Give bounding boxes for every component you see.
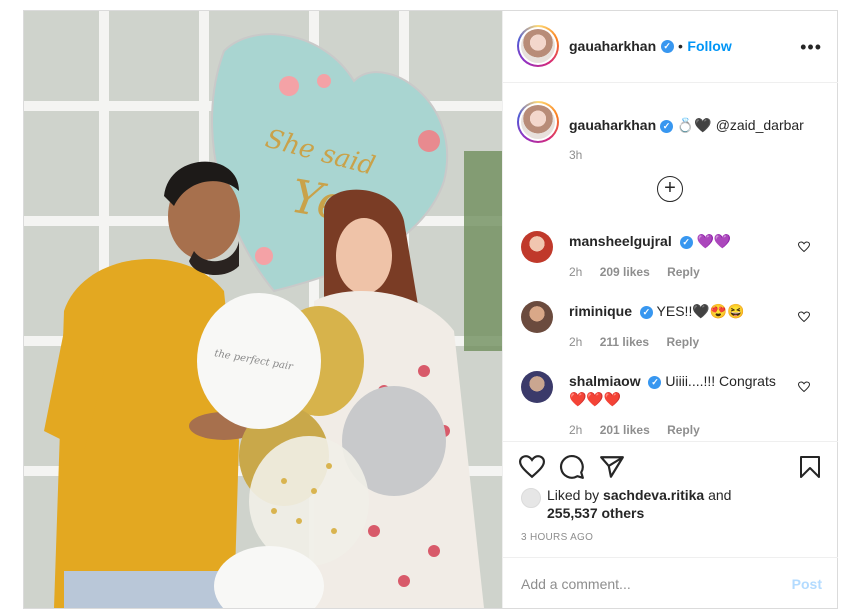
- caption-time: 3h: [569, 148, 583, 162]
- commenter-username[interactable]: riminique: [569, 303, 632, 319]
- like-comment-icon[interactable]: [798, 241, 810, 253]
- share-icon[interactable]: [599, 454, 625, 480]
- author-username[interactable]: gauaharkhan: [569, 38, 656, 54]
- caption-avatar[interactable]: [517, 101, 559, 143]
- comment-text: 💜💜: [696, 233, 732, 249]
- add-comment-bar: Post: [503, 557, 838, 609]
- photo-illustration: She said Yes: [24, 11, 502, 608]
- verified-icon: ✓: [639, 305, 653, 319]
- comment-text: YES!!🖤😍😆: [656, 303, 745, 319]
- comment-text-line2: ❤️❤️❤️: [569, 391, 622, 407]
- bookmark-icon[interactable]: [798, 454, 822, 480]
- like-comment-icon[interactable]: [798, 381, 810, 393]
- likes-count[interactable]: 255,537 others: [547, 505, 644, 521]
- author-avatar[interactable]: [517, 25, 559, 67]
- comment-likes[interactable]: 211 likes: [600, 335, 649, 349]
- post-dialog: She said Yes: [23, 10, 838, 609]
- comment-time: 2h: [569, 265, 583, 279]
- comment-likes[interactable]: 201 likes: [600, 423, 650, 437]
- commenter-username[interactable]: mansheelgujral: [569, 233, 672, 249]
- more-icon[interactable]: •••: [800, 37, 822, 58]
- separator-dot: •: [678, 38, 683, 54]
- likes-conj: and: [708, 487, 732, 503]
- verified-icon: ✓: [679, 235, 693, 249]
- comment-item: shalmiaow ✓ Uiiii....!!! Congrats ❤️❤️❤️…: [503, 371, 838, 451]
- commenter-avatar[interactable]: [521, 371, 553, 403]
- liked-by-user[interactable]: sachdeva.ritika: [603, 487, 704, 503]
- post-header: gauaharkhan ✓ • Follow •••: [503, 11, 838, 83]
- verified-icon: ✓: [648, 375, 662, 389]
- reply-button[interactable]: Reply: [666, 335, 699, 349]
- comment-input[interactable]: [521, 572, 771, 596]
- verified-icon: ✓: [660, 40, 674, 54]
- comment-item: riminique ✓ YES!!🖤😍😆 2h 211 likes Reply: [503, 301, 838, 371]
- comment-icon[interactable]: [559, 454, 585, 480]
- caption-username[interactable]: gauaharkhan: [569, 117, 656, 133]
- liked-by-avatar[interactable]: [521, 488, 541, 508]
- likes-summary: Liked by sachdeva.ritika and 255,537 oth…: [547, 486, 731, 522]
- comment-text: Uiiii....!!! Congrats: [665, 373, 776, 389]
- post-side-panel: gauaharkhan ✓ • Follow ••• gauaharkhan ✓…: [502, 11, 838, 608]
- load-more-comments-icon[interactable]: +: [657, 176, 683, 202]
- comment-time: 2h: [569, 423, 583, 437]
- commenter-avatar[interactable]: [521, 231, 553, 263]
- comment-time: 2h: [569, 335, 583, 349]
- commenter-avatar[interactable]: [521, 301, 553, 333]
- likes-prefix: Liked by: [547, 487, 600, 503]
- reply-button[interactable]: Reply: [667, 423, 700, 437]
- post-timestamp[interactable]: 3 HOURS AGO: [521, 532, 593, 543]
- post-actions: Liked by sachdeva.ritika and 255,537 oth…: [503, 441, 838, 606]
- post-photo[interactable]: She said Yes: [24, 11, 502, 608]
- heart-icon[interactable]: [519, 454, 545, 480]
- like-comment-icon[interactable]: [798, 311, 810, 323]
- comment-item: mansheelgujral ✓ 💜💜 2h 209 likes Reply: [503, 231, 838, 301]
- commenter-username[interactable]: shalmiaow: [569, 373, 641, 389]
- follow-button[interactable]: Follow: [687, 38, 731, 54]
- verified-icon: ✓: [660, 119, 674, 133]
- caption-emoji: 💍🖤: [676, 117, 712, 133]
- caption-mention[interactable]: @zaid_darbar: [716, 117, 804, 133]
- reply-button[interactable]: Reply: [667, 265, 700, 279]
- post-button[interactable]: Post: [792, 576, 822, 592]
- comment-likes[interactable]: 209 likes: [600, 265, 650, 279]
